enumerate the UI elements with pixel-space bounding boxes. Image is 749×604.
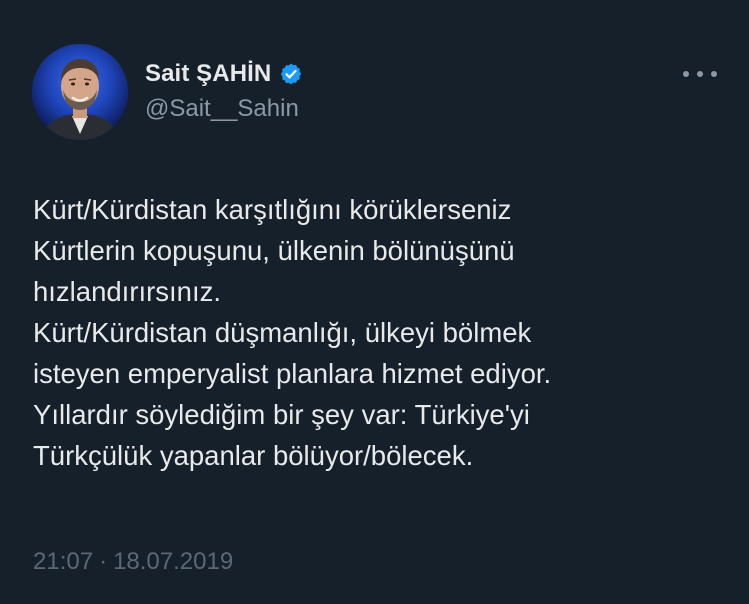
more-options-icon[interactable]	[683, 64, 717, 84]
tweet-text: Kürt/Kürdistan karşıtlığını körüklerseni…	[33, 189, 723, 476]
timestamp-separator: ·	[99, 548, 108, 575]
avatar-image	[32, 44, 128, 140]
tweet-text-line: hızlandırırsınız.	[33, 276, 221, 307]
author-handle[interactable]: @Sait__Sahin	[145, 95, 299, 123]
avatar[interactable]	[32, 44, 128, 140]
tweet-text-line: Türkçülük yapanlar bölüyor/bölecek.	[33, 440, 474, 471]
dot-icon	[683, 71, 689, 77]
author-name-row: Sait ŞAHİN	[145, 60, 303, 88]
tweet-text-line: Kürt/Kürdistan düşmanlığı, ülkeyi bölmek	[33, 317, 532, 348]
dot-icon	[711, 71, 717, 77]
dot-icon	[697, 71, 703, 77]
tweet-card: Sait ŞAHİN @Sait__Sahin Kürt/Kürdistan k…	[0, 0, 749, 604]
tweet-date[interactable]: 18.07.2019	[113, 548, 233, 576]
tweet-text-line: Yıllardır söylediğim bir şey var: Türkiy…	[33, 399, 530, 430]
tweet-text-line: Kürtlerin kopuşunu, ülkenin bölünüşünü	[33, 235, 515, 266]
author-display-name[interactable]: Sait ŞAHİN	[145, 60, 271, 88]
tweet-text-line: Kürt/Kürdistan karşıtlığını körüklerseni…	[33, 194, 512, 225]
tweet-time[interactable]: 21:07	[33, 548, 93, 576]
tweet-text-line: isteyen emperyalist planlara hizmet ediy…	[33, 358, 552, 389]
tweet-timestamp: 21:07 · 18.07.2019	[33, 548, 233, 576]
verified-badge-icon[interactable]	[279, 62, 303, 86]
